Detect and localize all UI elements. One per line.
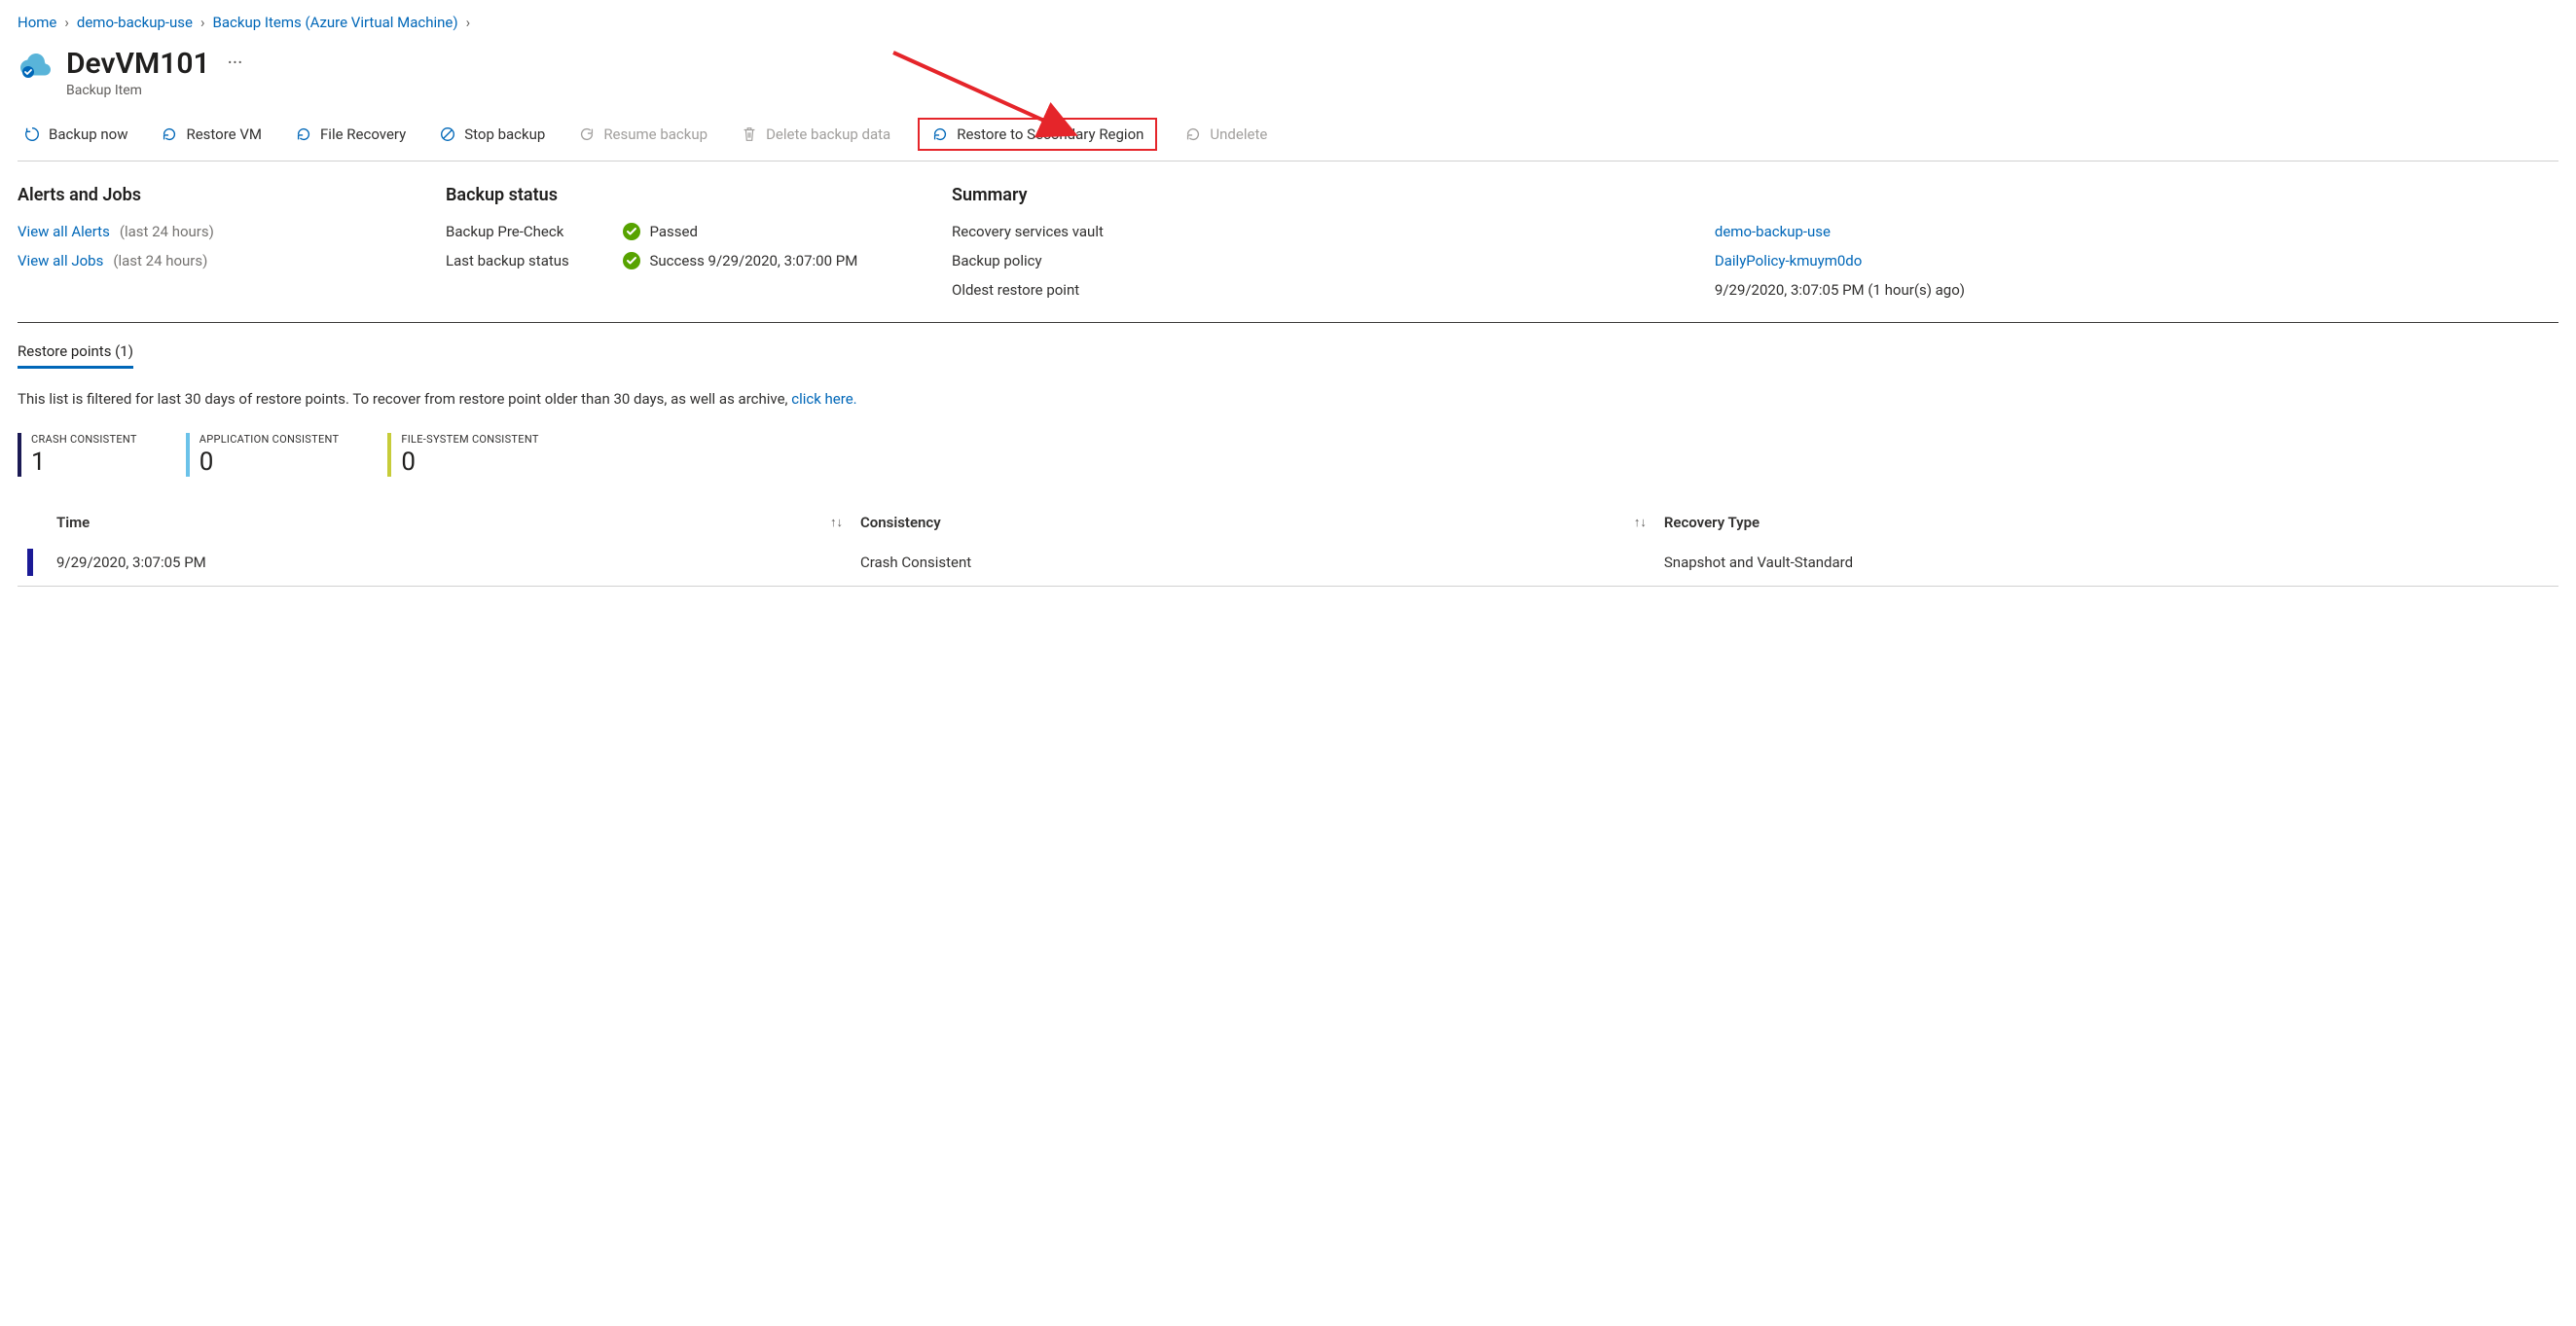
table-row[interactable]: 9/29/2020, 3:07:05 PM Crash Consistent S… bbox=[18, 539, 2558, 587]
cell-time: 9/29/2020, 3:07:05 PM bbox=[56, 554, 802, 571]
filter-note: This list is filtered for last 30 days o… bbox=[18, 390, 2558, 408]
sort-icon[interactable]: ↑↓ bbox=[802, 515, 860, 530]
view-alerts-link[interactable]: View all Alerts bbox=[18, 223, 110, 240]
success-icon bbox=[623, 223, 640, 240]
breadcrumb-items[interactable]: Backup Items (Azure Virtual Machine) bbox=[213, 14, 458, 31]
toolbar: Backup now Restore VM File Recovery Stop… bbox=[18, 118, 2558, 161]
breadcrumb-vault[interactable]: demo-backup-use bbox=[77, 14, 193, 31]
undelete-button: Undelete bbox=[1179, 122, 1273, 147]
tab-restore-points[interactable]: Restore points (1) bbox=[18, 342, 133, 369]
success-icon bbox=[623, 252, 640, 269]
col-recovery[interactable]: Recovery Type bbox=[1664, 514, 2558, 531]
summary-heading: Summary bbox=[952, 185, 2558, 205]
col-time[interactable]: Time bbox=[56, 514, 802, 531]
stat-application-consistent: APPLICATION CONSISTENT 0 bbox=[186, 433, 340, 477]
vault-label: Recovery services vault bbox=[952, 223, 1697, 240]
vault-link[interactable]: demo-backup-use bbox=[1715, 223, 2558, 240]
resume-backup-button: Resume backup bbox=[572, 122, 713, 147]
restore-secondary-button[interactable]: Restore to Secondary Region bbox=[918, 118, 1157, 151]
cloud-backup-icon bbox=[18, 49, 53, 84]
restore-points-table: Time ↑↓ Consistency ↑↓ Recovery Type 9/2… bbox=[18, 506, 2558, 587]
alerts-heading: Alerts and Jobs bbox=[18, 185, 387, 205]
chevron-right-icon: › bbox=[64, 14, 69, 31]
last-backup-label: Last backup status bbox=[446, 252, 605, 269]
last-backup-value: Success 9/29/2020, 3:07:00 PM bbox=[650, 252, 858, 269]
row-marker bbox=[27, 549, 33, 576]
oldest-label: Oldest restore point bbox=[952, 281, 1697, 299]
click-here-link[interactable]: click here. bbox=[791, 390, 856, 408]
alerts-period: (last 24 hours) bbox=[120, 223, 214, 240]
page-title: DevVM101 bbox=[66, 47, 210, 81]
file-recovery-button[interactable]: File Recovery bbox=[289, 122, 412, 147]
delete-backup-button: Delete backup data bbox=[735, 122, 896, 147]
sort-icon[interactable]: ↑↓ bbox=[1606, 515, 1664, 530]
cell-consistency: Crash Consistent bbox=[860, 554, 1606, 571]
breadcrumb-home[interactable]: Home bbox=[18, 14, 56, 31]
policy-link[interactable]: DailyPolicy-kmuym0do bbox=[1715, 252, 2558, 269]
backup-now-button[interactable]: Backup now bbox=[18, 122, 133, 147]
chevron-right-icon: › bbox=[200, 14, 205, 31]
precheck-label: Backup Pre-Check bbox=[446, 223, 605, 240]
precheck-value: Passed bbox=[650, 223, 698, 240]
jobs-period: (last 24 hours) bbox=[113, 252, 207, 269]
view-jobs-link[interactable]: View all Jobs bbox=[18, 252, 103, 269]
more-button[interactable]: ··· bbox=[228, 53, 243, 76]
page-subtitle: Backup Item bbox=[66, 83, 242, 98]
stat-filesystem-consistent: FILE-SYSTEM CONSISTENT 0 bbox=[387, 433, 538, 477]
policy-label: Backup policy bbox=[952, 252, 1697, 269]
col-consistency[interactable]: Consistency bbox=[860, 514, 1606, 531]
chevron-right-icon: › bbox=[466, 14, 471, 31]
breadcrumb: Home › demo-backup-use › Backup Items (A… bbox=[18, 14, 2558, 31]
stat-crash-consistent: CRASH CONSISTENT 1 bbox=[18, 433, 137, 477]
restore-vm-button[interactable]: Restore VM bbox=[155, 122, 268, 147]
stop-backup-button[interactable]: Stop backup bbox=[433, 122, 551, 147]
backup-status-heading: Backup status bbox=[446, 185, 893, 205]
oldest-value: 9/29/2020, 3:07:05 PM (1 hour(s) ago) bbox=[1715, 281, 2558, 299]
cell-recovery: Snapshot and Vault-Standard bbox=[1664, 554, 2558, 571]
